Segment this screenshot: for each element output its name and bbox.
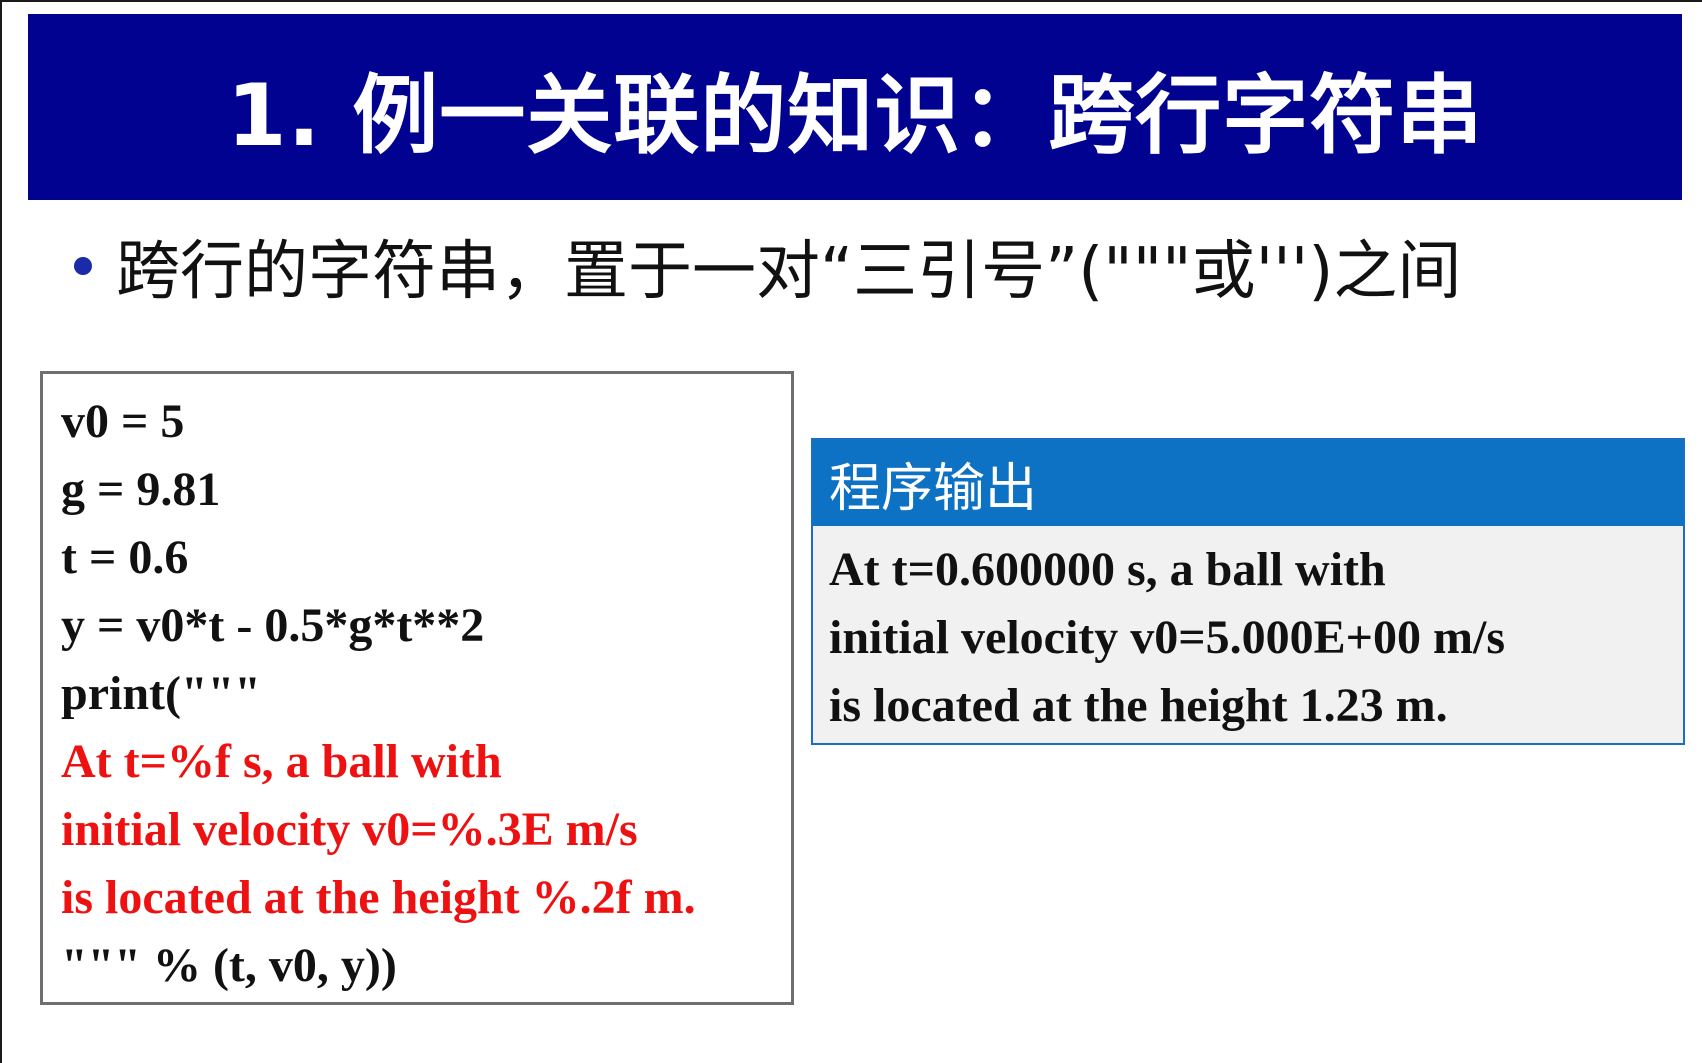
output-line: is located at the height 1.23 m. bbox=[829, 679, 1448, 732]
bullet-dot-icon bbox=[74, 257, 92, 275]
bullet-point: 跨行的字符串，置于一对“三引号”("""或''')之间 bbox=[74, 226, 1461, 309]
code-line-highlighted: initial velocity v0=%.3E m/s bbox=[61, 803, 638, 856]
code-line: print(""" bbox=[61, 667, 261, 720]
code-line: y = v0*t - 0.5*g*t**2 bbox=[61, 599, 485, 652]
slide-title: 1. 例一关联的知识：跨行字符串 bbox=[226, 65, 1484, 166]
code-line: """ % (t, v0, y)) bbox=[61, 939, 397, 992]
code-line: g = 9.81 bbox=[61, 463, 221, 516]
output-line: At t=0.600000 s, a ball with bbox=[829, 543, 1386, 596]
output-line: initial velocity v0=5.000E+00 m/s bbox=[829, 611, 1506, 664]
code-line-highlighted: At t=%f s, a ball with bbox=[61, 735, 502, 788]
bullet-text: 跨行的字符串，置于一对“三引号”("""或''')之间 bbox=[116, 235, 1462, 309]
output-header-label: 程序输出 bbox=[829, 458, 1038, 519]
title-bar: 1. 例一关联的知识：跨行字符串 bbox=[28, 14, 1682, 200]
output-header: 程序输出 bbox=[813, 440, 1683, 526]
code-line: v0 = 5 bbox=[61, 395, 185, 448]
code-line-highlighted: is located at the height %.2f m. bbox=[61, 871, 696, 924]
code-line: t = 0.6 bbox=[61, 531, 189, 584]
output-panel: 程序输出 At t=0.600000 s, a ball with initia… bbox=[811, 438, 1685, 745]
code-block: v0 = 5 g = 9.81 t = 0.6 y = v0*t - 0.5*g… bbox=[40, 371, 794, 1005]
output-body: At t=0.600000 s, a ball with initial vel… bbox=[813, 526, 1683, 740]
